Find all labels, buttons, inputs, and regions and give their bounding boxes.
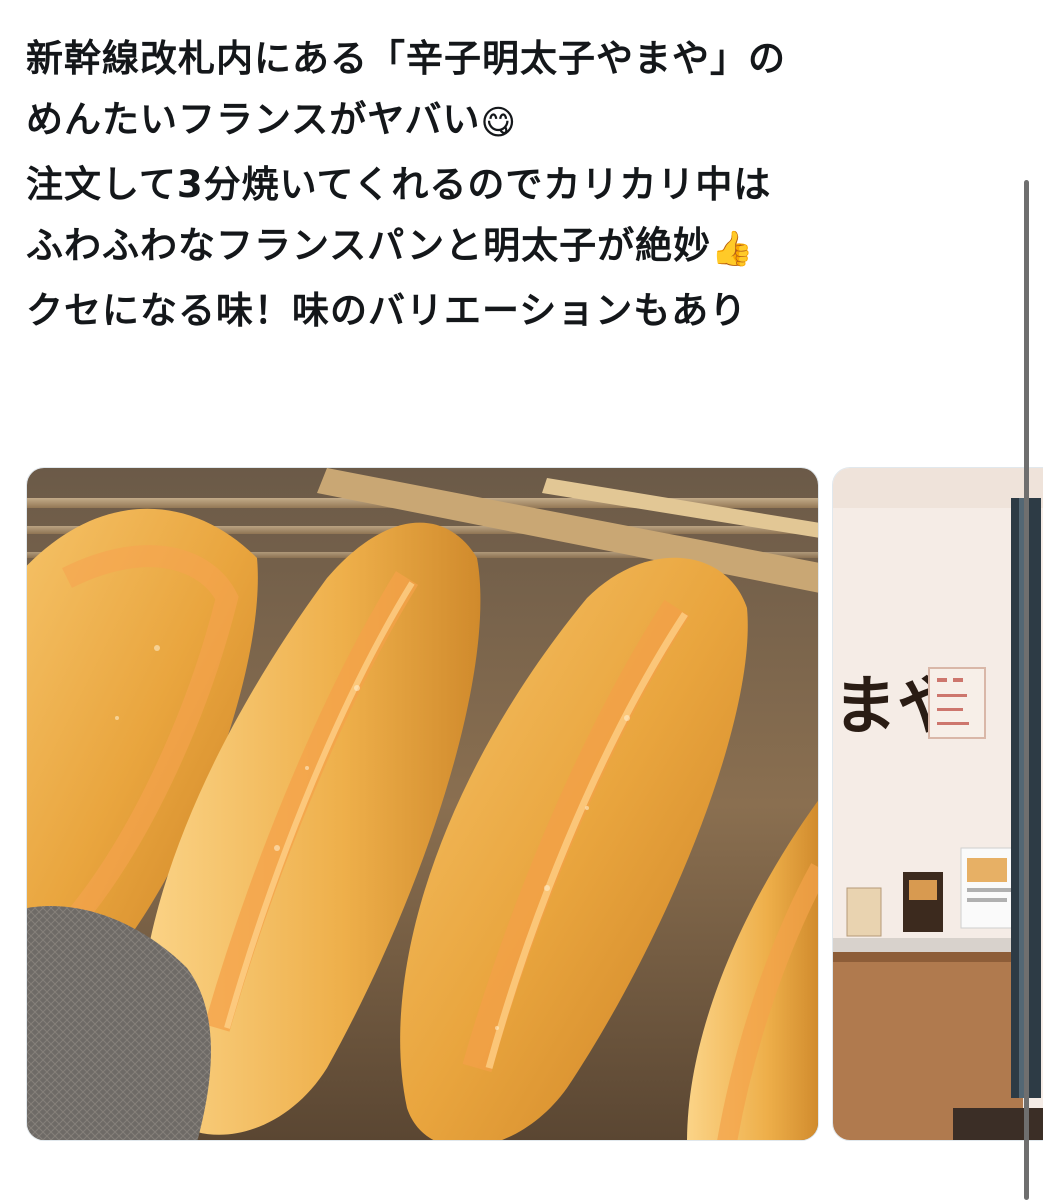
yamaya-shop-image: まや [833, 468, 1043, 1140]
tweet-text-line-2-text: めんたいフランスがヤバい [26, 98, 481, 141]
scrollbar[interactable] [1024, 180, 1029, 1200]
media-carousel[interactable]: まや [26, 467, 1043, 1141]
tweet-text-line-5: クセになる味！味のバリエーションもあり [26, 280, 1016, 341]
tweet-text-line-1: 新幹線改札内にある「辛子明太子やまや」の [26, 28, 1016, 89]
tweet-text-line-4: ふわふわなフランスパンと明太子が絶妙👍 [26, 215, 1016, 280]
tweet-text-line-2: めんたいフランスがヤバい😋 [26, 89, 1016, 154]
tweet-text-line-5-text: クセになる味！味のバリエーションもあり [26, 289, 748, 332]
tweet-text-line-3: 注文して3分焼いてくれるのでカリカリ中は [26, 154, 1016, 215]
tweet-text: 新幹線改札内にある「辛子明太子やまや」の めんたいフランスがヤバい😋 注文して3… [26, 28, 1016, 341]
yum-face-emoji-icon: 😋 [480, 103, 517, 143]
tweet-text-line-4-text: ふわふわなフランスパンと明太子が絶妙 [26, 224, 712, 267]
tweet-text-line-1-text: 新幹線改札内にある「辛子明太子やまや」の [26, 37, 786, 80]
media-photo-2[interactable]: まや [832, 467, 1043, 1141]
tweet-text-line-3-text: 注文して3分焼いてくれるのでカリカリ中は [26, 163, 772, 206]
thumbs-up-emoji-icon: 👍 [711, 229, 755, 269]
mentai-france-bread-image [27, 468, 818, 1140]
media-photo-1[interactable] [26, 467, 819, 1141]
